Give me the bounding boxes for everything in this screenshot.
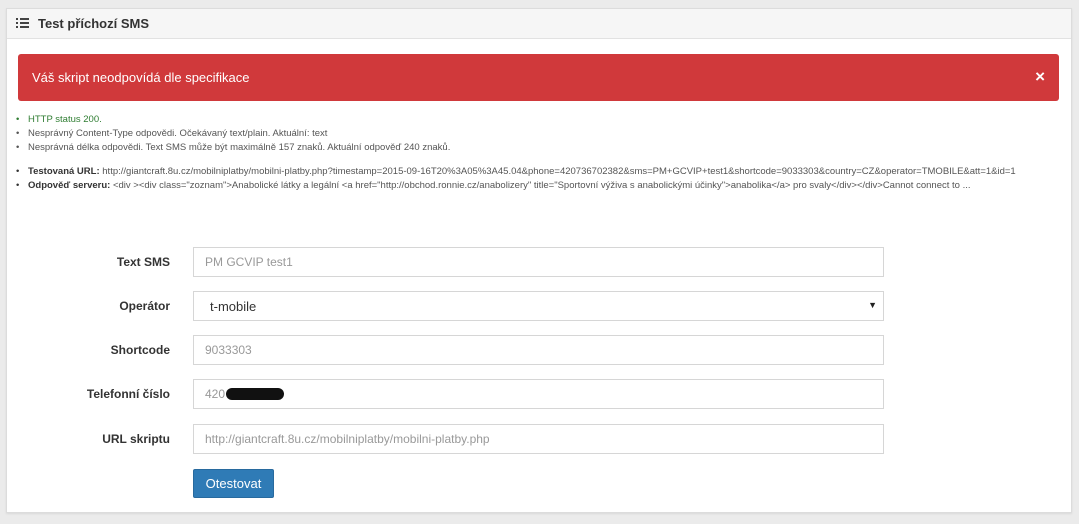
- test-button[interactable]: Otestovat: [193, 469, 274, 498]
- operator-select[interactable]: t-mobile ▼: [193, 291, 884, 321]
- message-content-type: Nesprávný Content-Type odpovědi. Očekáva…: [16, 127, 1056, 141]
- shortcode-label: Shortcode: [110, 343, 170, 357]
- phone-input[interactable]: 420: [193, 379, 884, 409]
- alert-text: Váš skript neodpovídá dle specifikace: [32, 70, 250, 85]
- server-response-value: <div ><div class="zoznam">Anabolické lát…: [112, 180, 971, 191]
- response-details: Testovaná URL: http://giantcraft.8u.cz/m…: [16, 165, 1056, 193]
- server-response-item: Odpověď serveru: <div ><div class="zozna…: [16, 179, 1056, 193]
- caret-down-icon: ▼: [868, 300, 877, 310]
- form-row-operator: Operátor t-mobile ▼: [7, 291, 1067, 321]
- phone-value: 420: [205, 387, 226, 401]
- text-sms-label: Text SMS: [116, 255, 170, 269]
- text-sms-input[interactable]: PM GCVIP test1: [193, 247, 884, 277]
- panel-header: Test příchozí SMS: [7, 9, 1071, 39]
- url-label: URL skriptu: [102, 432, 170, 446]
- shortcode-input[interactable]: 9033303: [193, 335, 884, 365]
- close-icon[interactable]: ×: [1035, 68, 1045, 86]
- tested-url-value: http://giantcraft.8u.cz/mobilniplatby/mo…: [102, 166, 1016, 177]
- phone-label: Telefonní číslo: [86, 387, 170, 401]
- panel-title: Test příchozí SMS: [38, 16, 149, 31]
- validation-messages: HTTP status 200. Nesprávný Content-Type …: [16, 113, 1056, 155]
- form-row-text-sms: Text SMS PM GCVIP test1: [7, 247, 1067, 277]
- operator-value: t-mobile: [210, 298, 257, 314]
- message-length: Nesprávná délka odpovědi. Text SMS může …: [16, 141, 1056, 155]
- test-sms-panel: Test příchozí SMS Váš skript neodpovídá …: [6, 8, 1072, 513]
- tested-url-item: Testovaná URL: http://giantcraft.8u.cz/m…: [16, 165, 1056, 179]
- message-http-status: HTTP status 200.: [16, 113, 1056, 127]
- url-input[interactable]: http://giantcraft.8u.cz/mobilniplatby/mo…: [193, 424, 884, 454]
- tested-url-label: Testovaná URL:: [28, 166, 100, 177]
- form-row-url: URL skriptu http://giantcraft.8u.cz/mobi…: [7, 424, 1067, 454]
- form-row-phone: Telefonní číslo 420: [7, 379, 1067, 409]
- server-response-label: Odpověď serveru:: [28, 180, 111, 191]
- list-icon: [16, 18, 29, 29]
- operator-label: Operátor: [119, 299, 170, 313]
- redaction-mark: [226, 388, 285, 400]
- error-alert: Váš skript neodpovídá dle specifikace ×: [18, 54, 1059, 101]
- form-row-shortcode: Shortcode 9033303: [7, 335, 1067, 365]
